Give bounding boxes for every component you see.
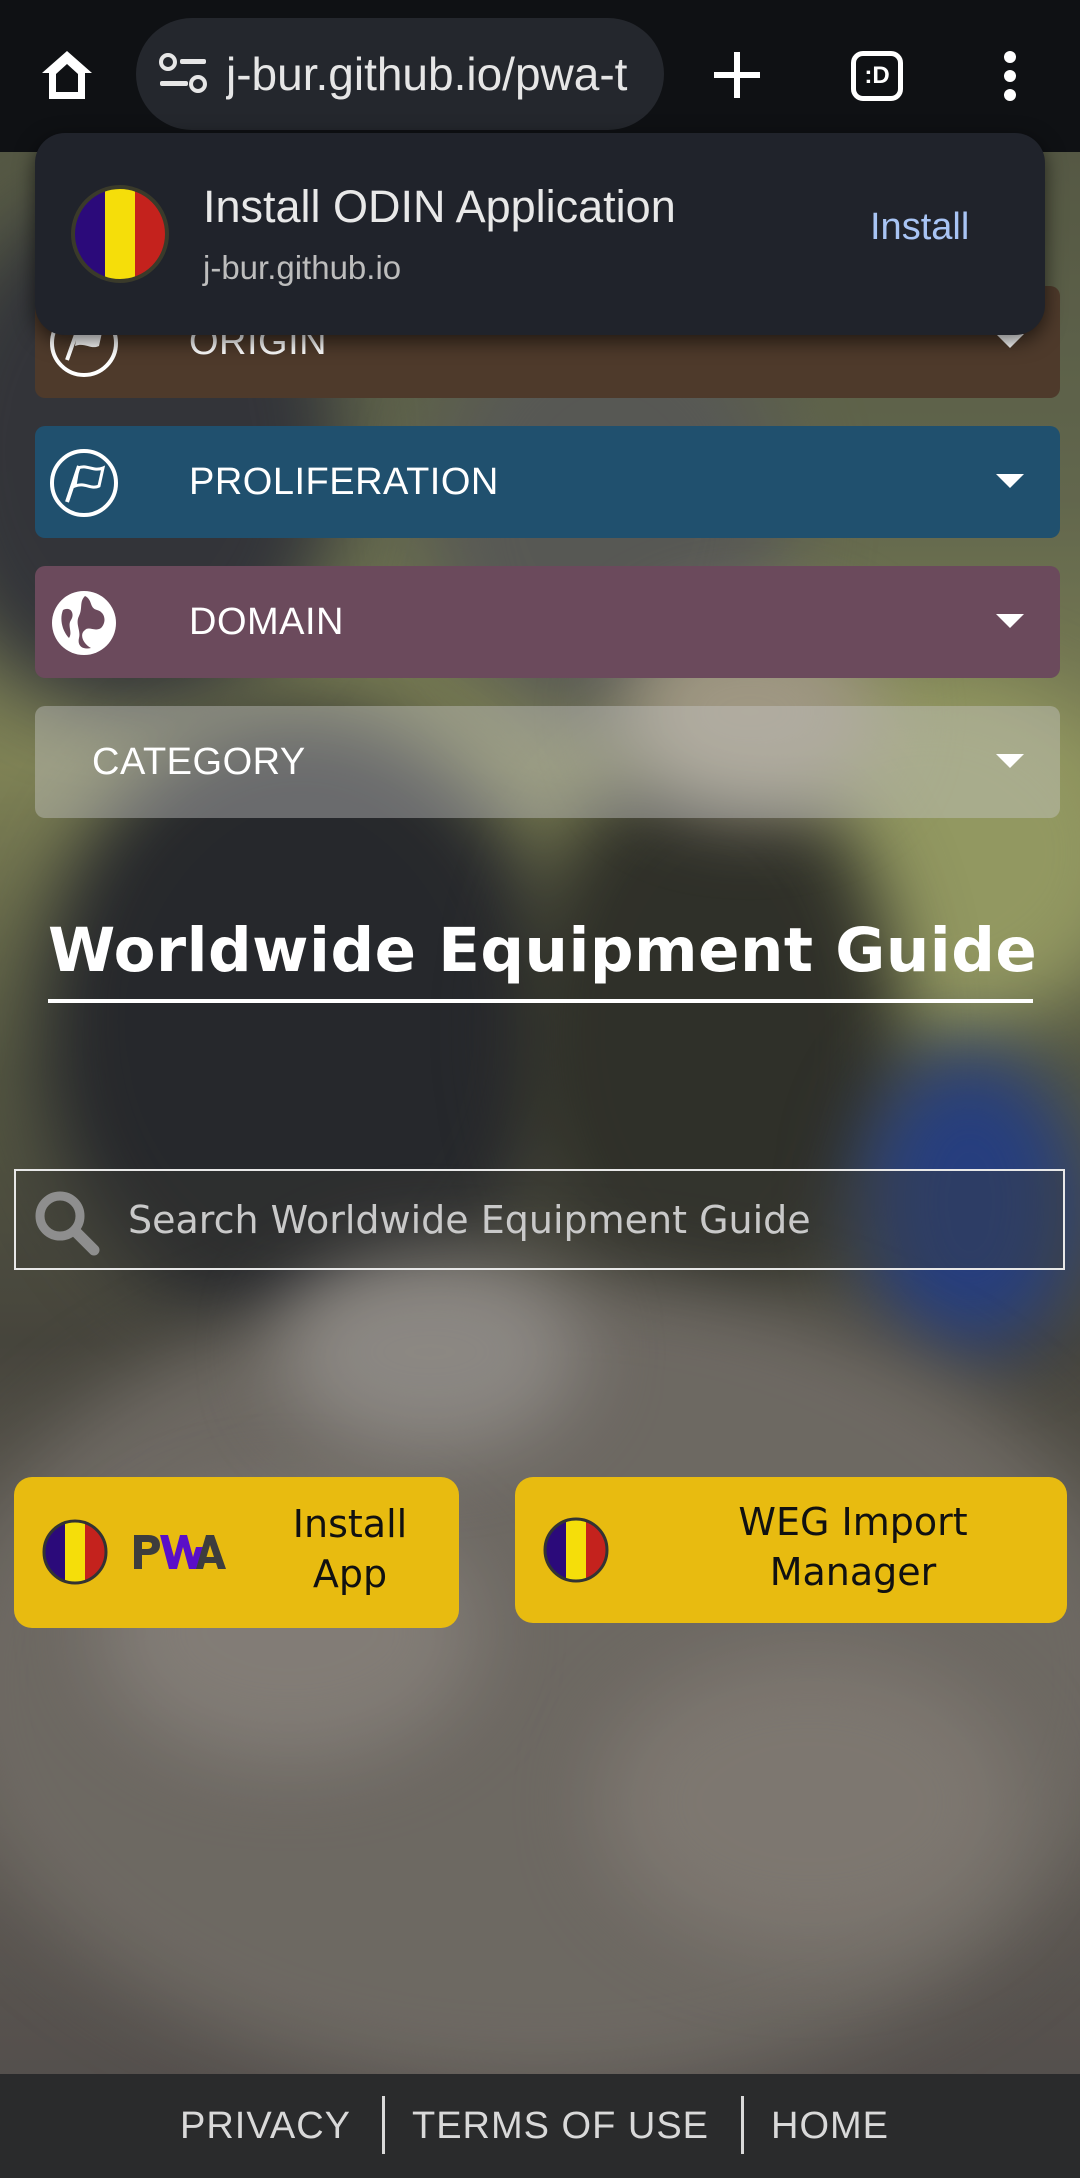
footer-terms-link[interactable]: TERMS OF USE [412,2074,709,2178]
tab-count: :D [864,62,890,89]
footer-divider [741,2096,744,2154]
url-text: j-bur.github.io/pwa-t [226,48,628,100]
footer-divider [382,2096,385,2154]
category-dropdown[interactable]: CATEGORY [35,706,1060,818]
tab-switcher-icon: :D [851,51,903,101]
home-icon [42,51,92,99]
install-app-label: Install App [292,1502,408,1596]
search-icon [35,1191,100,1256]
install-app-banner: Install ODIN Application j-bur.github.io… [35,133,1045,335]
weg-import-manager-label: WEG Import Manager [738,1500,968,1594]
footer: PRIVACY TERMS OF USE HOME [0,2074,1080,2178]
globe-icon [52,591,116,655]
weg-import-manager-button[interactable]: WEG Import Manager [515,1477,1067,1623]
domain-dropdown[interactable]: DOMAIN [35,566,1060,678]
banner-title: Install ODIN Application [203,181,676,232]
new-tab-button[interactable] [700,35,774,115]
odin-logo-icon [543,1517,609,1583]
title-underline [48,999,1033,1003]
odin-logo-icon [71,185,169,283]
chevron-down-icon [996,754,1024,768]
chevron-down-icon [996,614,1024,628]
chevron-down-icon [996,474,1024,488]
plus-icon [714,52,760,98]
address-bar[interactable]: j-bur.github.io/pwa-t [136,18,664,130]
proliferation-label: PROLIFERATION [189,461,499,503]
home-button[interactable] [30,35,104,115]
pwa-logo-icon [134,1535,226,1569]
tab-switcher-button[interactable]: :D [842,44,912,108]
browser-toolbar: j-bur.github.io/pwa-t :D [0,0,1080,152]
page-title: Worldwide Equipment Guide [48,915,1038,986]
banner-host: j-bur.github.io [203,249,402,286]
category-label: CATEGORY [92,741,306,783]
search-box [14,1169,1065,1270]
flag-icon [50,449,118,517]
site-info-icon [159,53,207,93]
more-vert-icon [1004,51,1016,101]
banner-install-button[interactable]: Install [870,206,969,249]
browser-menu-button[interactable] [990,40,1030,112]
footer-privacy-link[interactable]: PRIVACY [180,2074,351,2178]
install-app-button[interactable]: Install App [14,1477,459,1628]
proliferation-dropdown[interactable]: PROLIFERATION [35,426,1060,538]
search-input[interactable] [128,1171,1048,1268]
odin-logo-icon [42,1519,108,1585]
domain-label: DOMAIN [189,601,344,643]
chevron-down-icon [996,334,1024,348]
footer-home-link[interactable]: HOME [771,2074,889,2178]
